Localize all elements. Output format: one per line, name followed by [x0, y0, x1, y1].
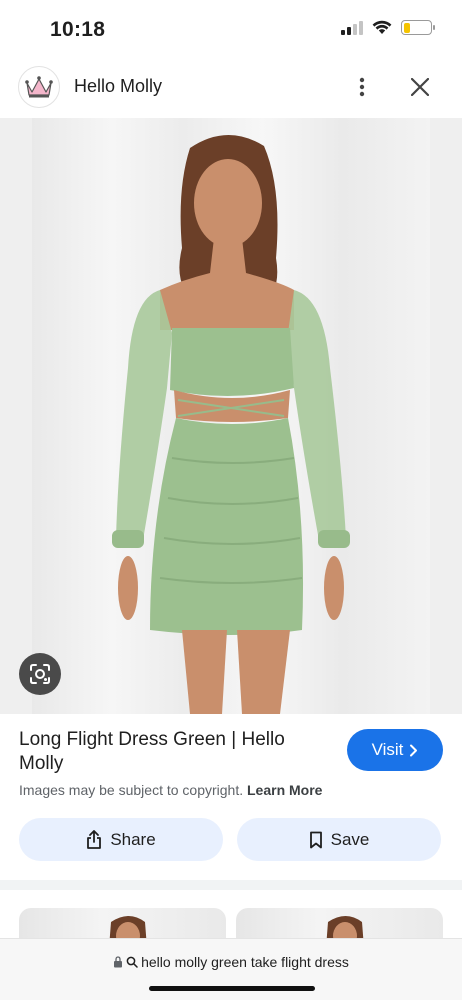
site-name[interactable]: Hello Molly	[74, 76, 162, 97]
save-button[interactable]: Save	[237, 818, 441, 861]
status-icons	[341, 20, 435, 35]
url-bar[interactable]: hello molly green take flight dress	[0, 938, 462, 1000]
product-title[interactable]: Long Flight Dress Green | Hello Molly	[19, 728, 319, 776]
product-image[interactable]	[0, 118, 462, 714]
google-lens-icon	[30, 664, 50, 684]
url-content: hello molly green take flight dress	[0, 954, 462, 970]
status-time: 10:18	[50, 18, 106, 41]
more-vert-icon	[359, 77, 365, 97]
share-label: Share	[110, 829, 156, 849]
share-button[interactable]: Share	[19, 818, 223, 861]
share-icon	[87, 830, 102, 849]
visit-label: Visit	[371, 740, 404, 759]
copyright-text: Images may be subject to copyright.	[19, 782, 244, 798]
learn-more-link[interactable]: Learn More	[247, 782, 322, 798]
close-icon	[411, 78, 429, 96]
battery-icon	[401, 20, 435, 35]
wifi-icon	[372, 20, 392, 34]
visit-button[interactable]: Visit	[347, 729, 443, 771]
status-bar: 10:18	[0, 0, 462, 58]
page-header: Hello Molly	[0, 62, 462, 112]
model-figure	[112, 134, 350, 714]
home-indicator[interactable]	[149, 986, 315, 991]
save-label: Save	[330, 829, 370, 849]
image-backdrop	[32, 118, 430, 714]
more-options-button[interactable]	[348, 72, 376, 102]
search-icon	[126, 956, 138, 968]
section-divider	[0, 880, 462, 890]
search-query: hello molly green take flight dress	[141, 954, 349, 970]
close-button[interactable]	[405, 72, 435, 102]
copyright-notice: Images may be subject to copyright. Lear…	[19, 782, 322, 798]
chevron-right-icon	[410, 744, 418, 756]
bookmark-icon	[309, 831, 322, 848]
lock-icon	[114, 956, 123, 968]
signal-icon	[341, 20, 363, 35]
google-lens-button[interactable]	[19, 653, 61, 695]
crown-logo-icon	[18, 66, 60, 108]
